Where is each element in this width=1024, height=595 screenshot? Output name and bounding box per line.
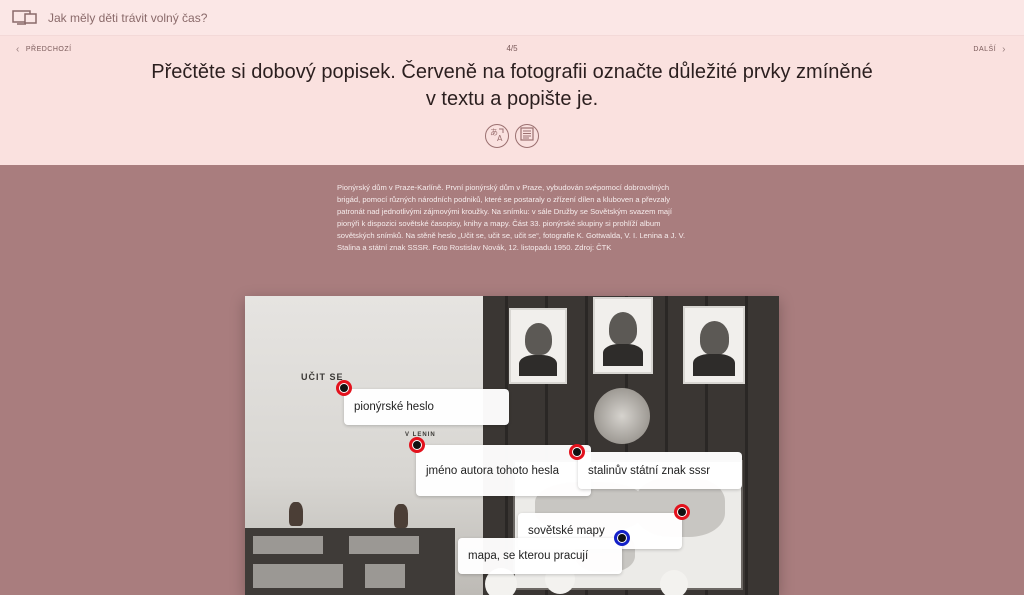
photo-caption: Pionýrský dům v Praze-Karlíně. První pio…: [337, 183, 686, 253]
text-document-icon: [520, 126, 534, 146]
page-counter: 4/5: [506, 44, 518, 53]
portrait-stalin: [683, 306, 745, 384]
top-bar: Jak měly děti trávit volný čas?: [0, 0, 1024, 36]
hotspot-marker[interactable]: [336, 380, 352, 396]
vase: [289, 502, 303, 526]
portrait-gottwald: [509, 308, 567, 384]
vase: [394, 504, 408, 528]
pioneer-head: [660, 570, 688, 595]
task-question: Přečtěte si dobový popisek. Červeně na f…: [151, 61, 873, 110]
exercise-title: Jak měly děti trávit volný čas?: [48, 10, 208, 25]
annotation-label[interactable]: jméno autora tohoto hesla: [416, 445, 591, 496]
hotspot-marker[interactable]: [409, 437, 425, 453]
bookshelf: [245, 528, 455, 595]
hotspot-marker[interactable]: [674, 504, 690, 520]
annotation-label[interactable]: pionýrské heslo: [344, 389, 509, 425]
text-document-button[interactable]: [515, 124, 539, 148]
screens-icon[interactable]: [12, 9, 38, 26]
chevron-right-icon: ›: [1002, 44, 1006, 55]
hotspot-marker[interactable]: [614, 530, 630, 546]
next-label: DALŠÍ: [973, 46, 997, 53]
annotation-label[interactable]: stalinův státní znak sssr: [578, 452, 742, 489]
portrait-lenin: [593, 297, 653, 374]
hotspot-marker[interactable]: [569, 444, 585, 460]
ussr-state-emblem: [594, 388, 650, 444]
translate-icon: あ A: [489, 126, 505, 147]
wall-stripe: [745, 296, 748, 595]
task-header: ‹ PŘEDCHOZÍ 4/5 DALŠÍ › Přečtěte si dobo…: [0, 36, 1024, 165]
next-button[interactable]: DALŠÍ ›: [973, 44, 1012, 55]
annotation-label[interactable]: mapa, se kterou pracují: [458, 538, 622, 574]
wall-slogan: UČIT SE: [301, 372, 344, 382]
translate-button[interactable]: あ A: [485, 124, 509, 148]
svg-text:A: A: [497, 134, 503, 142]
tool-buttons: あ A: [485, 124, 539, 148]
